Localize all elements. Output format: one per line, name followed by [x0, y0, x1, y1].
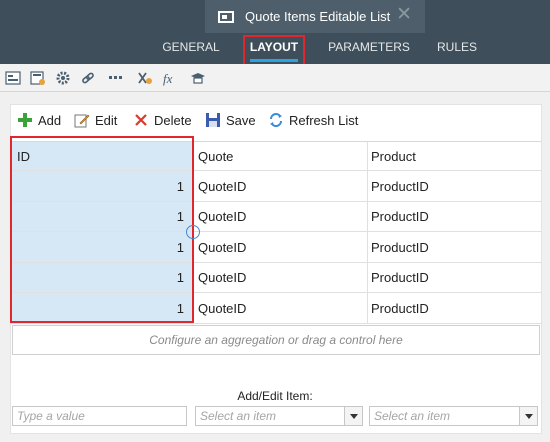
cell-product: ProductID [371, 178, 429, 194]
form-layout-icon[interactable] [5, 70, 21, 86]
cell-quote: QuoteID [195, 263, 368, 292]
cell-product: ProductID [371, 300, 429, 316]
document-tab[interactable]: Quote Items Editable List ✕ [205, 0, 425, 33]
cell-quote: QuoteID [195, 171, 368, 201]
pencil-icon [74, 114, 90, 128]
expression-fx-icon[interactable]: fx [163, 70, 179, 86]
column-header-product[interactable]: Product [368, 142, 541, 170]
link-icon[interactable] [80, 70, 96, 86]
cell-product: ProductID [371, 239, 429, 255]
cell-product: ProductID [371, 209, 429, 224]
delete-button[interactable]: Delete [133, 111, 192, 129]
floppy-disk-icon [206, 113, 220, 127]
refresh-icon [270, 113, 282, 127]
chevron-down-icon[interactable] [344, 407, 362, 425]
save-label: Save [226, 112, 256, 128]
add-edit-item-label: Add/Edit Item: [237, 389, 313, 403]
delete-label: Delete [154, 112, 192, 128]
list-command-bar: Add Edit Delete Save Refresh List [11, 105, 541, 135]
properties-icon[interactable] [30, 70, 46, 86]
column-header-quote[interactable]: Quote [195, 142, 368, 170]
add-button[interactable]: Add [17, 111, 61, 129]
cell-quote: QuoteID [195, 293, 368, 323]
designer-toolbar: fx [0, 64, 550, 92]
graduation-cap-icon[interactable] [190, 70, 206, 86]
tab-rules[interactable]: RULES [431, 33, 483, 64]
product-select-placeholder: Select an item [374, 409, 451, 423]
chevron-down-icon[interactable] [519, 407, 537, 425]
edit-button[interactable]: Edit [74, 111, 117, 129]
quote-select[interactable]: Select an item [195, 406, 363, 426]
form-icon [218, 10, 234, 23]
cell-quote: QuoteID [195, 232, 368, 262]
save-button[interactable]: Save [205, 111, 256, 129]
cell-quote: QuoteID [195, 202, 368, 231]
value-input[interactable]: Type a value [12, 406, 187, 426]
aggregation-drop-zone[interactable]: Configure an aggregation or drag a contr… [12, 325, 540, 355]
id-column-highlight [10, 136, 194, 323]
column-resize-handle[interactable] [186, 225, 200, 239]
more-dots-icon[interactable] [108, 70, 124, 86]
product-select[interactable]: Select an item [369, 406, 538, 426]
cell-product: ProductID [371, 270, 429, 285]
document-title: Quote Items Editable List [245, 9, 391, 24]
settings-gear-icon[interactable] [55, 70, 71, 86]
refresh-list-button[interactable]: Refresh List [268, 111, 358, 129]
variable-icon[interactable] [137, 70, 153, 86]
tab-general[interactable]: GENERAL [160, 33, 222, 64]
svg-text:fx: fx [163, 71, 173, 86]
quote-select-placeholder: Select an item [200, 409, 277, 423]
close-icon[interactable]: ✕ [396, 5, 412, 25]
delete-x-icon [135, 114, 147, 126]
refresh-list-label: Refresh List [289, 112, 359, 128]
edit-label: Edit [95, 112, 118, 128]
add-label: Add [38, 112, 62, 128]
tab-parameters[interactable]: PARAMETERS [325, 33, 413, 64]
plus-icon [18, 113, 32, 127]
title-bar: Quote Items Editable List ✕ [0, 0, 550, 33]
